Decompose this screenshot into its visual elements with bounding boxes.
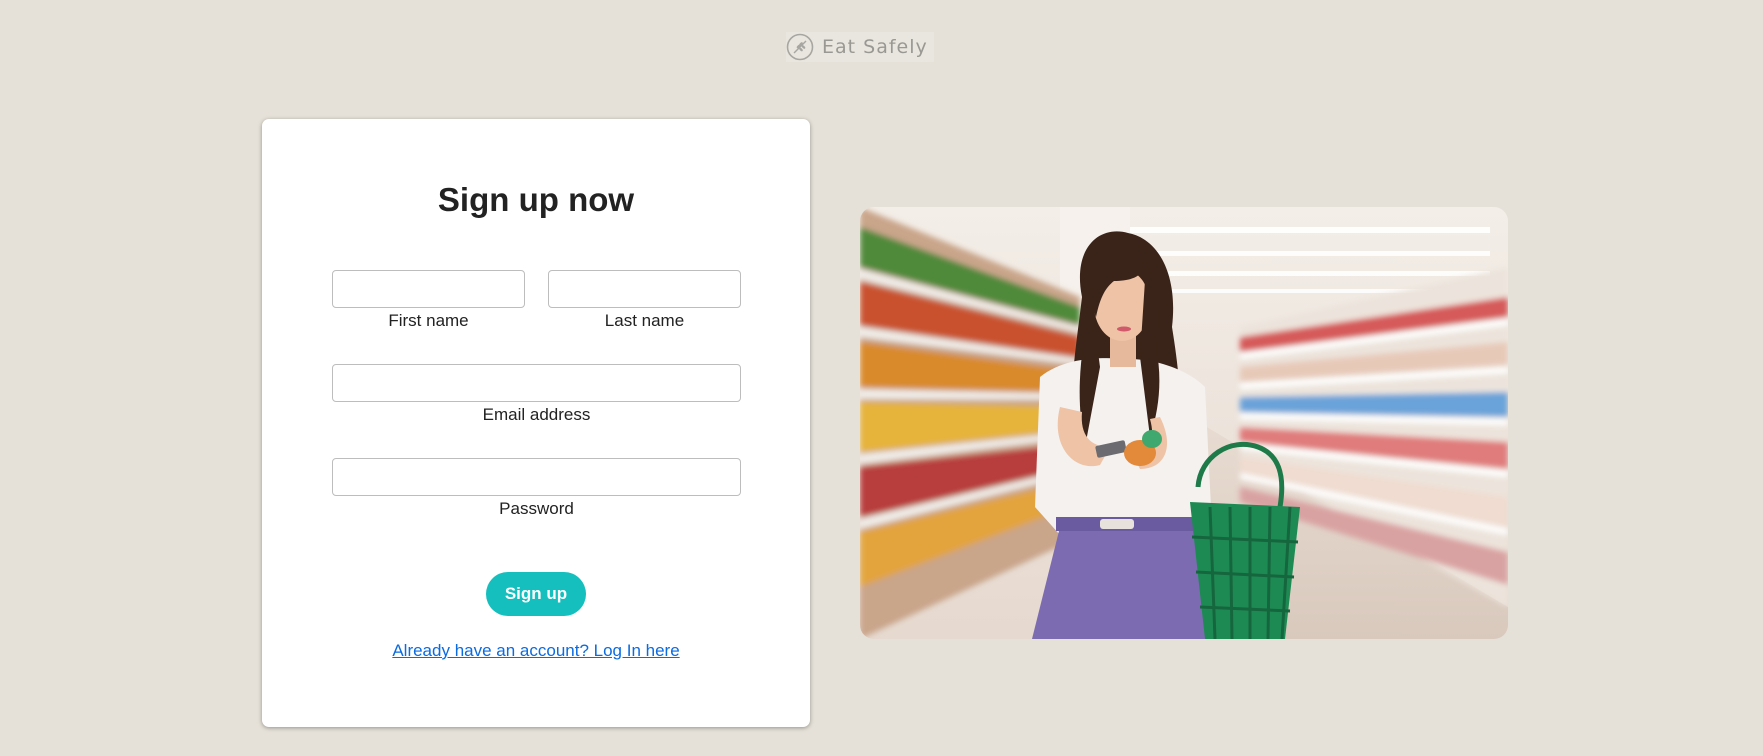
first-name-group: First name: [332, 270, 525, 331]
password-input[interactable]: [332, 458, 741, 496]
first-name-input[interactable]: [332, 270, 525, 308]
email-input[interactable]: [332, 364, 741, 402]
last-name-input[interactable]: [548, 270, 741, 308]
wheat-leaf-icon: [786, 33, 814, 61]
page-title: Sign up now: [437, 181, 635, 218]
password-label: Password: [499, 499, 574, 518]
signup-button[interactable]: Sign up: [486, 572, 586, 616]
woman-shopping-photo: [860, 207, 1508, 639]
first-name-label: First name: [388, 311, 469, 330]
last-name-group: Last name: [548, 270, 741, 331]
brand-logo[interactable]: Eat Safely: [786, 32, 934, 62]
signup-page: Eat Safely Sign up now First name Last n…: [0, 0, 1763, 756]
last-name-label: Last name: [604, 311, 685, 330]
signup-card: Sign up now First name Last name Email a…: [262, 119, 810, 727]
brand-name: Eat Safely: [822, 36, 928, 58]
email-label: Email address: [482, 405, 591, 424]
login-link[interactable]: Already have an account? Log In here: [262, 641, 810, 661]
hero-photo: [860, 207, 1508, 639]
email-group: Email address: [332, 364, 741, 425]
password-group: Password: [332, 458, 741, 519]
